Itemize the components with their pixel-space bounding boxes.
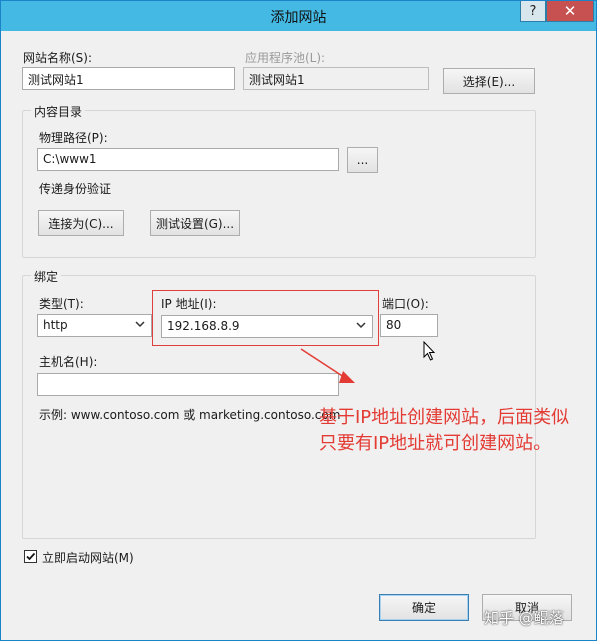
start-immediately-checkbox[interactable] [24, 550, 37, 563]
help-button[interactable]: ? [520, 1, 546, 22]
test-settings-button[interactable]: 测试设置(G)... [150, 210, 240, 236]
mouse-cursor-icon [423, 341, 436, 361]
annotation-arrow-icon [300, 348, 355, 383]
site-name-label: 网站名称(S): [23, 51, 93, 65]
binding-type-value: http [43, 318, 68, 332]
title-bar: 添加网站 ? ✕ [1, 1, 596, 31]
physical-path-label: 物理路径(P): [39, 131, 108, 145]
add-website-dialog: 添加网站 ? ✕ 网站名称(S): 测试网站1 应用程序池(L): 测试网站1 … [0, 0, 597, 641]
help-icon: ? [529, 3, 537, 19]
port-input[interactable]: 80 [380, 314, 438, 337]
hostname-input[interactable] [37, 373, 339, 396]
pass-through-auth-label: 传递身份验证 [39, 182, 112, 196]
ok-button[interactable]: 确定 [379, 594, 469, 621]
checkmark-icon [26, 552, 36, 561]
close-button[interactable]: ✕ [546, 1, 594, 22]
port-label: 端口(O): [382, 297, 429, 311]
watermark: 知乎 @鲲落 [484, 609, 564, 627]
content-directory-title: 内容目录 [31, 103, 86, 120]
connect-as-button[interactable]: 连接为(C)... [38, 210, 124, 236]
annotation-text-line2: 只要有IP地址就可创建网站。 [319, 433, 552, 454]
binding-type-label: 类型(T): [39, 297, 84, 311]
ip-annotation-highlight [152, 290, 379, 346]
browse-path-button[interactable]: ... [347, 147, 378, 173]
annotation-text-line1: 基于IP地址创建网站，后面类似 [319, 407, 570, 428]
site-name-input[interactable]: 测试网站1 [22, 67, 235, 90]
close-icon: ✕ [563, 2, 577, 20]
window-title: 添加网站 [270, 10, 327, 26]
hostname-label: 主机名(H): [39, 355, 98, 369]
chevron-down-icon [135, 321, 145, 328]
start-immediately-label[interactable]: 立即启动网站(M) [42, 549, 134, 566]
app-pool-field: 测试网站1 [243, 67, 429, 90]
hostname-example-text: 示例: www.contoso.com 或 marketing.contoso.… [39, 408, 341, 422]
app-pool-label: 应用程序池(L): [245, 51, 326, 65]
select-app-pool-button[interactable]: 选择(E)... [443, 68, 535, 94]
binding-title: 绑定 [31, 268, 62, 285]
binding-type-select[interactable]: http [37, 314, 152, 337]
physical-path-input[interactable]: C:\www1 [37, 148, 339, 171]
